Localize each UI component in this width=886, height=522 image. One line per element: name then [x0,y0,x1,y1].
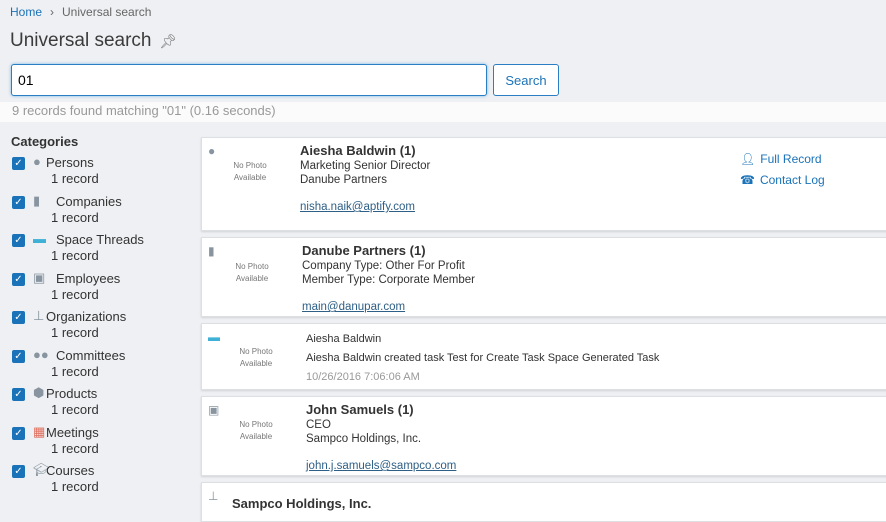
category-checkbox[interactable]: ✓ [12,272,25,286]
person-icon: ● [208,144,216,158]
results-status: 9 records found matching "01" (0.16 seco… [0,102,886,122]
result-line: Member Type: Corporate Member [302,274,475,286]
person-icon: ● [33,154,41,169]
result-title[interactable]: John Samuels (1) [306,403,456,417]
result-title[interactable]: Aiesha Baldwin [306,330,659,349]
search-button[interactable]: Search [493,64,559,96]
category-space-threads[interactable]: ✓ ▬ Space Threads 1 record [0,231,195,270]
result-email-link[interactable]: main@danupar.com [302,301,405,313]
category-checkbox[interactable]: ✓ [12,426,25,440]
result-line: Danube Partners [300,174,387,186]
result-line: Sampco Holdings, Inc. [306,433,422,445]
calendar-icon: ▦ [33,423,46,439]
category-count: 1 record [51,363,99,379]
result-email-link[interactable]: john.j.samuels@sampco.com [306,460,456,472]
result-timestamp: 10/26/2016 7:06:06 AM [306,371,420,383]
monitor-icon: ▣ [33,269,46,285]
result-card[interactable]: ▬ No Photo Available Aiesha Baldwin Aiesh… [201,323,886,390]
no-photo-placeholder: No Photo Available [235,262,269,283]
category-products[interactable]: ✓ ⬢ Products 1 record [0,385,195,424]
result-line: Marketing Senior Director [300,160,431,172]
building-icon: ▮ [208,244,215,258]
building-icon: ▮ [33,192,41,208]
categories-title: Categories [11,134,79,149]
result-card[interactable]: ● No Photo Available Aiesha Baldwin (1) M… [201,137,886,231]
category-committees[interactable]: ✓ ●● Committees 1 record [0,347,195,386]
page-title: Universal search 📌︎ [10,30,177,52]
category-meetings[interactable]: ✓ ▦ Meetings 1 record [0,424,195,463]
result-title[interactable]: Sampco Holdings, Inc. [232,497,371,511]
person-icon: 👤︎ [740,152,756,166]
search-input[interactable] [11,64,487,96]
category-courses[interactable]: ✓ 🎓︎ Courses 1 record [0,462,195,501]
category-label: Companies [56,193,122,209]
category-checkbox[interactable]: ✓ [12,465,25,478]
page-title-text: Universal search [10,30,152,51]
category-organizations[interactable]: ✓ ⊥ Organizations 1 record [0,308,195,347]
chevron-right-icon: › [50,5,55,19]
result-line: CEO [306,419,331,431]
result-card[interactable]: ▣ No Photo Available John Samuels (1) CEO… [201,396,886,476]
category-label: Space Threads [56,232,144,247]
category-count: 1 record [51,171,99,186]
category-count: 1 record [51,325,99,340]
pin-icon[interactable]: 📌︎ [160,33,178,49]
category-label: Meetings [46,424,99,440]
category-count: 1 record [51,440,99,456]
category-count: 1 record [51,286,99,302]
category-label: Employees [56,270,121,286]
category-label: Products [46,386,98,401]
monitor-icon: ▣ [208,403,220,417]
category-checkbox[interactable]: ✓ [12,157,25,170]
category-count: 1 record [51,479,99,494]
breadcrumb-current: Universal search [62,5,152,19]
category-label: Persons [46,155,94,170]
category-checkbox[interactable]: ✓ [12,349,25,363]
categories-sidebar: Categories ✓ ● Persons 1 record ✓ ▮ Companies 1… [0,122,195,508]
result-card[interactable]: ⊥ Sampco Holdings, Inc. [201,482,886,522]
no-photo-placeholder: No Photo Available [233,161,267,182]
breadcrumb: Home › Universal search [10,5,151,19]
category-label: Courses [46,463,95,478]
category-label: Committees [56,347,126,363]
category-checkbox[interactable]: ✓ [12,234,25,247]
result-title[interactable]: Danube Partners (1) [302,244,475,258]
no-photo-placeholder: No Photo Available [239,420,273,441]
full-record-label: Full Record [760,152,822,166]
chat-icon: ▬ [33,231,46,246]
result-line: Aiesha Baldwin created task Test for Cre… [306,352,660,364]
category-checkbox[interactable]: ✓ [12,311,25,324]
category-companies[interactable]: ✓ ▮ Companies 1 record [0,193,195,232]
group-icon: ●● [33,346,49,362]
category-count: 1 record [51,209,99,225]
sitemap-icon: ⊥ [33,308,45,323]
result-email-link[interactable]: nisha.naik@aptify.com [300,201,415,213]
category-employees[interactable]: ✓ ▣ Employees 1 record [0,270,195,309]
category-persons[interactable]: ✓ ● Persons 1 record [0,154,195,193]
sitemap-icon: ⊥ [208,489,219,503]
chat-icon: ▬ [208,330,220,344]
result-line: Company Type: Other For Profit [302,260,465,272]
box-icon: ⬢ [33,385,45,400]
result-card[interactable]: ▮ No Photo Available Danube Partners (1)… [201,237,886,317]
category-count: 1 record [51,248,99,263]
phone-icon: ☎ [740,173,755,187]
result-title[interactable]: Aiesha Baldwin (1) [300,144,430,158]
full-record-link[interactable]: 👤︎ Full Record [740,149,830,170]
category-checkbox[interactable]: ✓ [12,195,25,209]
no-photo-placeholder: No Photo Available [239,347,273,368]
contact-log-link[interactable]: ☎ Contact Log [740,170,830,191]
category-label: Organizations [46,309,127,324]
contact-log-label: Contact Log [759,173,825,187]
breadcrumb-home[interactable]: Home [10,5,42,19]
category-checkbox[interactable]: ✓ [12,388,25,401]
category-count: 1 record [51,402,99,417]
